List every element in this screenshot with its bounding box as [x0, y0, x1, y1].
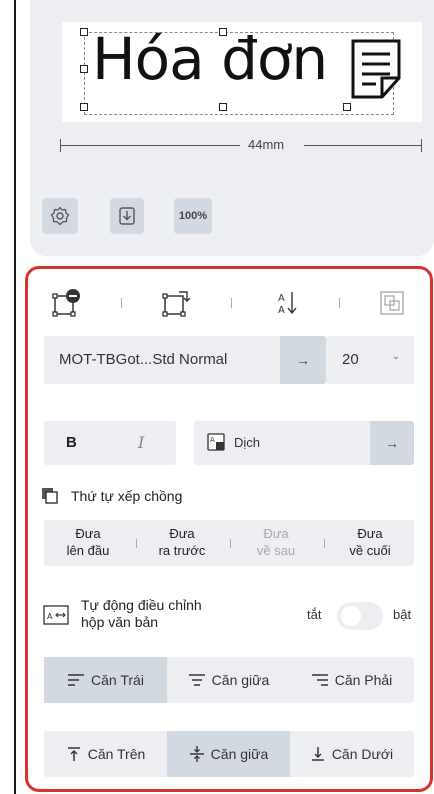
bring-forward-button[interactable]: Đưa ra trước: [142, 525, 222, 559]
width-label: 44mm: [248, 137, 285, 152]
align-top-button[interactable]: Căn Trên: [44, 731, 167, 777]
stack-order-header: Thứ tự xếp chồng: [41, 486, 182, 506]
rotate-button[interactable]: [156, 283, 196, 323]
svg-text:A: A: [278, 305, 285, 316]
italic-button[interactable]: I: [138, 433, 144, 452]
bold-button[interactable]: B: [66, 434, 77, 451]
stack-order-icon: [42, 488, 58, 504]
resize-handle-bottom[interactable]: [219, 103, 227, 111]
align-top-icon: [67, 747, 80, 761]
autofit-label-line2: hộp văn bản: [81, 614, 159, 630]
autofit-label: Tự động điều chỉnh hộp văn bản: [81, 597, 202, 631]
stack-order-bar: Đưa lên đầu Đưa ra trước Đưa về sau Đưa …: [44, 520, 414, 566]
font-family-arrow-button[interactable]: →: [280, 336, 326, 384]
text-properties-panel: A A MOT-TBGot...Std Normal → 20 ⌄ B I A …: [25, 266, 433, 792]
align-bottom-button[interactable]: Căn Dưới: [290, 731, 413, 777]
rotate-icon: [162, 291, 191, 317]
vertical-text-button[interactable]: A A: [266, 283, 306, 323]
bring-to-front-button[interactable]: Đưa lên đầu: [48, 525, 128, 559]
font-size-value: 20: [342, 351, 359, 368]
align-bottom-label: Căn Dưới: [331, 746, 394, 762]
send-to-back-line1: Đưa: [357, 526, 383, 541]
document-icon: [351, 39, 401, 99]
align-left-label: Căn Trái: [91, 672, 144, 688]
send-backward-line2: về sau: [256, 543, 296, 558]
resize-handle-bottom-left[interactable]: [80, 103, 88, 111]
toggle-on-label: bật: [393, 607, 412, 622]
align-center-button[interactable]: Căn giữa: [167, 657, 290, 703]
autofit-label-line1: Tự động điều chỉnh: [81, 597, 202, 613]
translate-arrow-button[interactable]: →: [370, 421, 414, 465]
resize-handle-left[interactable]: [80, 65, 88, 73]
autofit-row: A Tự động điều chỉnh hộp văn bản tắt bật: [41, 597, 418, 637]
bring-to-front-line1: Đưa: [75, 526, 101, 541]
svg-text:A: A: [47, 612, 53, 621]
text-direction-icon: A A: [278, 292, 297, 316]
autofit-toggle[interactable]: [337, 602, 383, 630]
transform-toolbar: A A: [28, 283, 430, 323]
svg-text:A: A: [210, 436, 215, 444]
send-to-back-line2: về cuối: [349, 543, 391, 558]
save-button[interactable]: [110, 198, 144, 234]
left-border: [14, 0, 16, 794]
resize-handle-top-left[interactable]: [80, 28, 88, 36]
send-to-back-button[interactable]: Đưa về cuối: [330, 525, 410, 559]
translate-icon: A: [207, 433, 225, 451]
vertical-align-group: Căn Trên Căn giữa Căn Dưới: [44, 731, 414, 777]
align-bottom-icon: [311, 747, 324, 761]
align-left-icon: [68, 674, 85, 686]
remove-box-icon: [52, 289, 80, 317]
resize-handle-bottom-right[interactable]: [343, 103, 351, 111]
translate-label: Dịch: [234, 435, 261, 450]
send-backward-button[interactable]: Đưa về sau: [236, 525, 316, 559]
bring-forward-line1: Đưa: [169, 526, 195, 541]
align-middle-label: Căn giữa: [210, 746, 269, 762]
align-middle-button[interactable]: Căn giữa: [167, 731, 290, 777]
align-left-button[interactable]: Căn Trái: [44, 657, 167, 703]
font-family-value: MOT-TBGot...Std Normal: [59, 351, 228, 368]
chevron-down-icon: ⌄: [391, 351, 400, 362]
arrange-button[interactable]: [372, 283, 412, 323]
align-right-icon: [311, 674, 328, 686]
download-icon: [119, 207, 135, 225]
toggle-knob: [341, 606, 361, 626]
svg-text:A: A: [278, 293, 285, 304]
align-right-label: Căn Phải: [334, 672, 393, 688]
autofit-icon: A: [43, 605, 69, 625]
label-preview-card: Hóa đơn 44mm 100%: [30, 0, 434, 256]
width-dimension: 44mm: [60, 135, 422, 155]
align-right-button[interactable]: Căn Phải: [290, 657, 413, 703]
delete-object-button[interactable]: [46, 283, 86, 323]
layers-icon: [380, 291, 404, 315]
bring-forward-line2: ra trước: [158, 543, 206, 558]
translate-field[interactable]: A Dịch →: [194, 421, 414, 465]
align-middle-icon: [189, 746, 204, 762]
stack-order-title: Thứ tự xếp chồng: [71, 488, 183, 504]
font-size-dropdown[interactable]: 20 ⌄: [326, 336, 414, 384]
font-family-selector[interactable]: MOT-TBGot...Std Normal →: [44, 336, 326, 384]
text-style-group: B I: [44, 421, 176, 465]
bring-to-front-line2: lên đầu: [66, 543, 110, 558]
toggle-off-label: tắt: [307, 607, 322, 622]
label-canvas[interactable]: Hóa đơn: [62, 22, 422, 122]
horizontal-align-group: Căn Trái Căn giữa Căn Phải: [44, 657, 414, 703]
align-center-icon: [188, 674, 205, 686]
gear-icon: [50, 206, 70, 226]
preview-text[interactable]: Hóa đơn: [92, 30, 328, 88]
settings-button[interactable]: [42, 198, 78, 234]
align-center-label: Căn giữa: [211, 672, 270, 688]
align-top-label: Căn Trên: [87, 746, 146, 762]
send-backward-line1: Đưa: [263, 526, 289, 541]
zoom-button[interactable]: 100%: [174, 198, 212, 234]
